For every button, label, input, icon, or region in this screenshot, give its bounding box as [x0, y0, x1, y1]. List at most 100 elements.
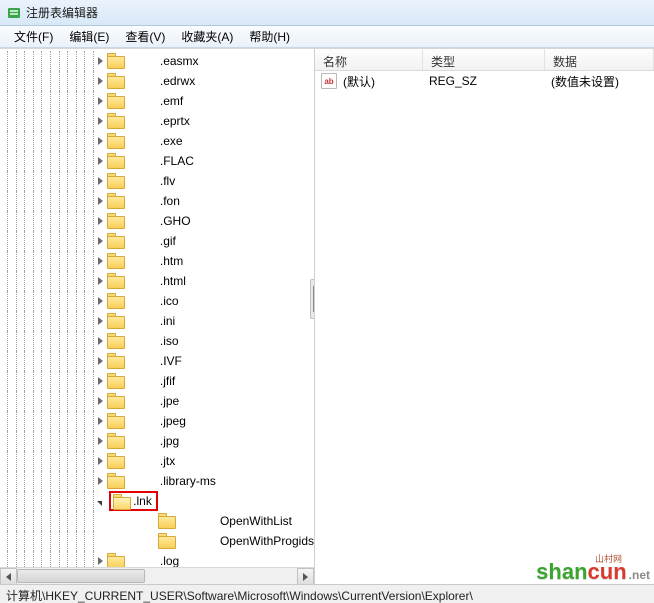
tree-item-label: .library-ms	[158, 471, 216, 491]
tree-item-label: .ini	[158, 311, 216, 331]
expand-icon[interactable]	[98, 217, 103, 225]
tree-item-label: .jpg	[158, 431, 216, 451]
tree-item[interactable]: .edrwx	[0, 71, 314, 91]
expand-icon[interactable]	[98, 117, 103, 125]
expand-icon[interactable]	[98, 557, 103, 565]
tree-item[interactable]: .IVF	[0, 351, 314, 371]
expand-icon[interactable]	[98, 397, 103, 405]
values-pane: 名称 类型 数据 ab (默认) REG_SZ (数值未设置)	[315, 49, 654, 584]
tree-item-label: .jpeg	[158, 411, 216, 431]
column-type[interactable]: 类型	[423, 49, 545, 70]
app-icon	[6, 5, 22, 21]
tree-item[interactable]: .exe	[0, 131, 314, 151]
scroll-thumb[interactable]	[17, 569, 145, 583]
expand-icon[interactable]	[98, 277, 103, 285]
folder-icon	[107, 273, 123, 287]
expand-icon[interactable]	[98, 197, 103, 205]
tree-item[interactable]: OpenWithList	[0, 511, 314, 531]
tree-item[interactable]: .html	[0, 271, 314, 291]
tree-item-label: .fon	[158, 191, 216, 211]
value-row[interactable]: ab (默认) REG_SZ (数值未设置)	[315, 71, 654, 91]
expand-icon[interactable]	[98, 237, 103, 245]
folder-icon	[107, 373, 123, 387]
tree-item[interactable]: .ico	[0, 291, 314, 311]
expand-icon[interactable]	[98, 457, 103, 465]
expand-icon[interactable]	[98, 177, 103, 185]
tree-hscrollbar[interactable]	[0, 567, 314, 584]
expand-icon[interactable]	[98, 97, 103, 105]
folder-icon	[107, 93, 123, 107]
menu-view[interactable]: 查看(V)	[117, 26, 173, 47]
tree-item[interactable]: .jpe	[0, 391, 314, 411]
scroll-left-button[interactable]	[0, 568, 17, 584]
folder-icon	[107, 433, 123, 447]
tree-item[interactable]: .emf	[0, 91, 314, 111]
tree-item[interactable]: .fon	[0, 191, 314, 211]
tree-item[interactable]: .log	[0, 551, 314, 567]
registry-tree[interactable]: .easmx.edrwx.emf.eprtx.exe.FLAC.flv.fon.…	[0, 49, 314, 567]
menubar: 文件(F) 编辑(E) 查看(V) 收藏夹(A) 帮助(H)	[0, 26, 654, 48]
expand-icon[interactable]	[98, 137, 103, 145]
window-title: 注册表编辑器	[26, 4, 98, 21]
menu-file[interactable]: 文件(F)	[6, 26, 61, 47]
tree-item[interactable]: .jfif	[0, 371, 314, 391]
tree-item[interactable]: OpenWithProgids	[0, 531, 314, 551]
menu-edit[interactable]: 编辑(E)	[61, 26, 117, 47]
column-name[interactable]: 名称	[315, 49, 423, 70]
folder-icon	[107, 393, 123, 407]
scroll-track[interactable]	[17, 568, 297, 584]
expand-icon[interactable]	[98, 377, 103, 385]
status-path: 计算机\HKEY_CURRENT_USER\Software\Microsoft…	[6, 589, 473, 603]
tree-item[interactable]: .jpg	[0, 431, 314, 451]
tree-item-label: .jtx	[158, 451, 216, 471]
expand-icon[interactable]	[98, 297, 103, 305]
tree-item[interactable]: .eprtx	[0, 111, 314, 131]
tree-item[interactable]: .easmx	[0, 51, 314, 71]
menu-help[interactable]: 帮助(H)	[241, 26, 298, 47]
folder-icon	[107, 133, 123, 147]
expand-icon[interactable]	[98, 357, 103, 365]
tree-item[interactable]: .flv	[0, 171, 314, 191]
folder-icon	[107, 53, 123, 67]
tree-item-label: .edrwx	[158, 71, 216, 91]
expand-icon[interactable]	[98, 437, 103, 445]
tree-item-label: .ico	[158, 291, 216, 311]
scroll-right-button[interactable]	[297, 568, 314, 584]
column-data[interactable]: 数据	[545, 49, 654, 70]
value-data: (数值未设置)	[551, 73, 654, 90]
folder-icon	[107, 233, 123, 247]
tree-item[interactable]: .jpeg	[0, 411, 314, 431]
tree-item[interactable]: .lnk	[0, 491, 314, 511]
expand-icon[interactable]	[98, 257, 103, 265]
tree-item[interactable]: .FLAC	[0, 151, 314, 171]
expand-icon[interactable]	[98, 477, 103, 485]
tree-item-label: .FLAC	[158, 151, 216, 171]
expand-icon[interactable]	[98, 77, 103, 85]
tree-item[interactable]: .htm	[0, 251, 314, 271]
tree-item-label: .jpe	[158, 391, 216, 411]
expand-icon[interactable]	[98, 417, 103, 425]
expand-icon[interactable]	[98, 157, 103, 165]
expand-icon[interactable]	[98, 57, 103, 65]
tree-item[interactable]: .library-ms	[0, 471, 314, 491]
menu-favorites[interactable]: 收藏夹(A)	[173, 26, 241, 47]
collapse-icon[interactable]	[97, 501, 102, 506]
folder-icon	[107, 113, 123, 127]
folder-icon	[107, 313, 123, 327]
list-header: 名称 类型 数据	[315, 49, 654, 71]
tree-item[interactable]: .iso	[0, 331, 314, 351]
folder-icon	[158, 533, 174, 547]
folder-open-icon	[113, 494, 129, 508]
tree-item[interactable]: .GHO	[0, 211, 314, 231]
folder-icon	[107, 413, 123, 427]
folder-icon	[107, 193, 123, 207]
expand-icon[interactable]	[98, 317, 103, 325]
folder-icon	[107, 293, 123, 307]
tree-item[interactable]: .gif	[0, 231, 314, 251]
tree-item[interactable]: .ini	[0, 311, 314, 331]
expand-icon[interactable]	[98, 337, 103, 345]
folder-icon	[107, 473, 123, 487]
tree-item-label: .eprtx	[158, 111, 216, 131]
tree-item[interactable]: .jtx	[0, 451, 314, 471]
tree-item-label: .jfif	[158, 371, 216, 391]
